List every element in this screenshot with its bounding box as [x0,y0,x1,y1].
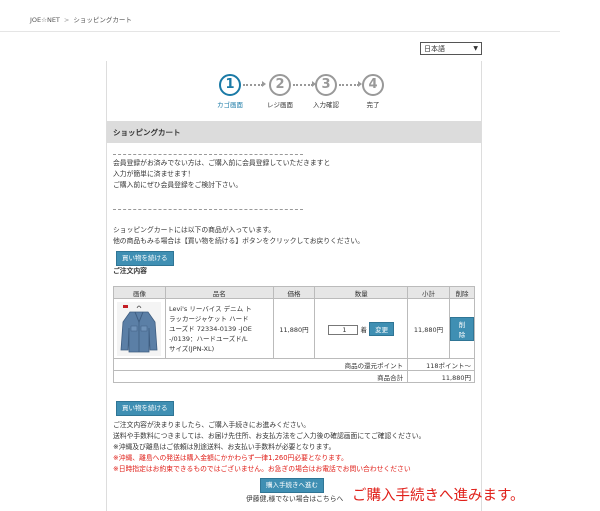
column-header: 価格 [272,286,316,299]
column-header: 数量 [314,286,409,299]
chevron-down-icon: ▼ [473,45,478,52]
quantity-input[interactable]: 1 [328,324,359,335]
step-number: 3 [315,74,337,96]
product-image-cell [113,298,166,359]
points-label: 商品の還元ポイント [112,358,409,371]
member-notice: 会員登録がお済みでない方は、ご購入前に会員登録していただきますと 入力が簡単に済… [113,158,330,191]
checkout-annotation: ご購入手続きへ進みます。 [352,488,525,504]
product-image[interactable] [117,301,162,356]
non-member-link[interactable]: 伊藤健,様でない場合はこちらへ [246,494,343,505]
total-value: 11,880円 [407,370,475,383]
continue-shopping-button-top[interactable]: 買い物を続ける [116,251,174,266]
product-name-line: -/0139：ハードユーズド/L [168,334,248,343]
points-value: 118ポイント〜 [407,358,475,371]
step-number: 2 [269,74,291,96]
notice-line: 送料や手数料につきましては、お届け先住所、お支払方法をご入力後の確認画面にてご確… [113,432,426,440]
column-header: 削除 [448,286,476,299]
breadcrumb-current: ショッピングカート [73,16,132,24]
points-row: 商品の還元ポイント 118ポイント〜 [112,358,475,371]
step-label: 完了 [366,101,380,109]
breadcrumb-separator: > [63,16,70,24]
delete-button[interactable]: 削除 [449,316,474,341]
notice-line: ※沖縄及び離島はご依頼は別途送料、お支払い手数料が必要となります。 [113,443,336,451]
cart-notice: ショッピングカートには以下の商品が入っています。 他の商品もみる場合は【買い物を… [113,225,364,247]
continue-shopping-button-bottom[interactable]: 買い物を続ける [116,401,174,416]
change-quantity-button[interactable]: 変更 [369,321,395,336]
notice-line: 会員登録がお済みでない方は、ご購入前に会員登録していただきますと [113,159,331,167]
step-cart: 1 カゴ画面 [210,74,250,109]
header-divider [0,31,560,32]
notice-line: ご注文内容が決まりましたら、ご購入手続きにお進みください。 [113,421,311,429]
notice-line: ショッピングカートには以下の商品が入っています。 [113,226,276,234]
quantity-unit: 着 [360,325,368,334]
dashed-divider [113,209,303,210]
step-label: レジ画面 [267,101,293,109]
dashed-divider [113,154,303,155]
table-header-row: 画像 品名 価格 数量 小計 削除 [113,286,476,299]
order-heading: ご注文内容 [113,267,147,275]
column-header: 画像 [113,286,166,299]
breadcrumb: JOE☆NET > ショッピングカート [30,14,132,24]
step-label: 入力確認 [313,101,339,109]
breadcrumb-home[interactable]: JOE☆NET [30,16,60,24]
notice-line-red: ※日時指定はお約束できるものではございません。お急ぎの場合はお電話でお問い合わせ… [113,465,411,473]
notice-line: ご購入前にぜひ会員登録をご検討下さい。 [113,181,243,189]
step-number: 1 [219,74,241,96]
product-price: 11,880円 [272,298,316,359]
language-select[interactable]: 日本語 ▼ [420,42,482,55]
step-complete: 4 完了 [353,74,393,109]
language-select-value: 日本語 [424,44,445,53]
notice-line: 他の商品もみる場合は【買い物を続ける】ボタンをクリックしてお戻りください。 [113,237,365,245]
step-label: カゴ画面 [217,101,243,109]
product-name-line: ユーズド 72334-0139 -JOE [168,324,252,333]
product-name-line: ラッカージャケット ハード [168,314,249,323]
total-label: 商品合計 [112,370,409,383]
delete-cell: 削除 [448,298,476,359]
section-title: ショッピングカート [107,121,481,143]
step-register: 2 レジ画面 [260,74,300,109]
product-name-line: サイズ(JPN-XL) [168,344,215,353]
column-header: 品名 [164,286,274,299]
checkout-notice: ご注文内容が決まりましたら、ご購入手続きにお進みください。 送料や手数料につきま… [113,420,425,475]
proceed-checkout-button[interactable]: 購入手続きへ進む [260,478,324,493]
total-row: 商品合計 11,880円 [112,370,475,383]
cart-table: 画像 品名 価格 数量 小計 削除 Levi's リーバイス デニム ト ラッカ… [112,286,476,383]
column-header: 小計 [407,286,450,299]
notice-line: 入力が簡単に済ませます！ [113,170,195,178]
product-name[interactable]: Levi's リーバイス デニム ト ラッカージャケット ハード ユーズド 72… [164,298,274,359]
quantity-cell: 1 着 変更 [314,298,409,359]
checkout-steps: 1 カゴ画面 2 レジ画面 3 入力確認 4 完了 [210,74,390,114]
product-subtotal: 11,880円 [407,298,450,359]
step-number: 4 [362,74,384,96]
product-name-line: Levi's リーバイス デニム ト [168,304,252,313]
step-confirm: 3 入力確認 [306,74,346,109]
notice-line-red: ※沖縄、離島への発送は購入金額にかかわらず一律1,260円必要となります。 [113,454,348,462]
table-row: Levi's リーバイス デニム ト ラッカージャケット ハード ユーズド 72… [113,298,476,359]
